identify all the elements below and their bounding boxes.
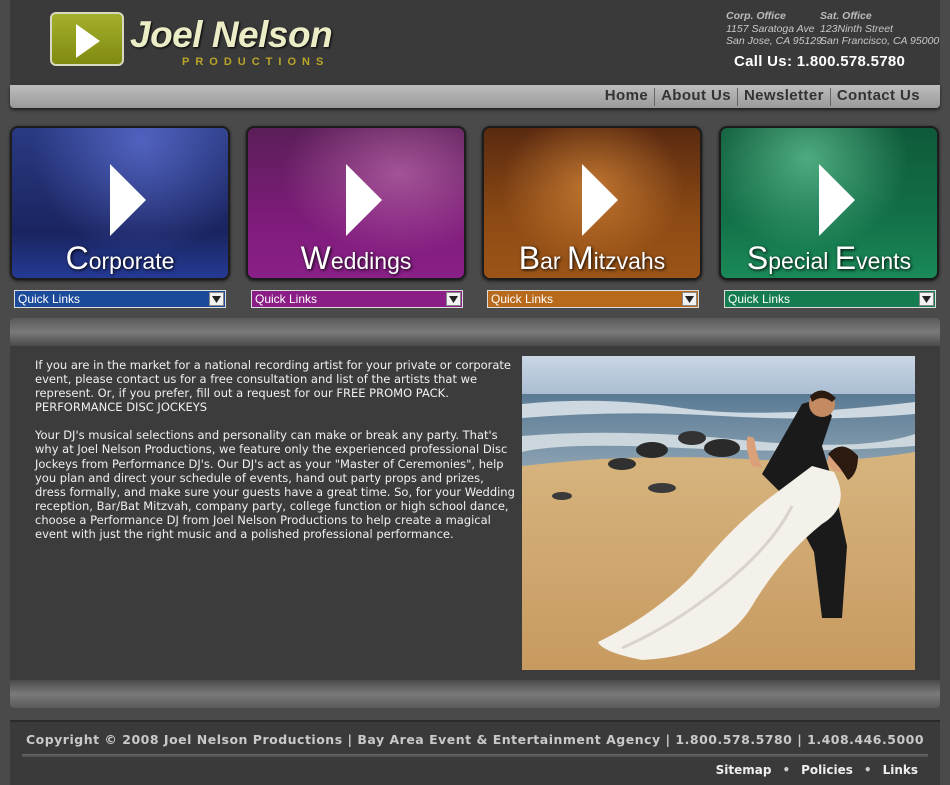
intro-paragraph: If you are in the market for a national … [35,358,512,415]
chevron-down-icon [919,292,934,306]
chevron-down-icon [682,292,697,306]
logo-name: Joel Nelson [130,14,333,55]
tile-bar-mitzvahs[interactable]: Bar Mitzvahs [482,126,702,280]
quick-links-weddings-select[interactable]: Quick Links [251,290,463,308]
corp-office-city: San Jose, CA 95129 [726,35,822,47]
logo-subtitle: PRODUCTIONS [182,56,330,68]
sat-office-city: San Francisco, CA 95000 [820,35,940,47]
call-us-phone: Call Us: 1.800.578.5780 [734,53,906,70]
sat-office-address: 123Ninth Street [820,22,893,35]
content-footer-bar [10,680,940,708]
quick-links-value: Quick Links [728,292,791,306]
nav-about-us[interactable]: About Us [655,87,737,106]
quick-links-special-events-select[interactable]: Quick Links [724,290,936,308]
footer-links: Sitemap • Policies • Links [716,763,918,777]
play-icon [819,164,855,236]
copyright-text: Copyright © 2008 Joel Nelson Productions… [25,732,925,747]
tile-corporate[interactable]: Corporate [10,126,230,280]
intro-text: If you are in the market for a national … [35,358,518,555]
tile-weddings[interactable]: Weddings [246,126,466,280]
tile-label: Weddings [300,240,412,276]
footer-link-links[interactable]: Links [883,763,918,777]
footer-divider [22,754,928,757]
quick-links-value: Quick Links [255,292,318,306]
play-icon [582,164,618,236]
nav-home[interactable]: Home [599,87,654,106]
corp-office-address: 1157 Saratoga Ave [726,22,815,35]
footer-bullet: • [863,763,872,777]
tile-label: Bar Mitzvahs [518,240,666,276]
corp-office-title: Corp. Office [726,10,786,22]
content-panel: If you are in the market for a national … [10,346,940,680]
logo-play-icon [50,12,124,66]
content-header-bar [10,318,940,346]
wedding-beach-photo [522,356,915,670]
site-footer: Copyright © 2008 Joel Nelson Productions… [10,720,940,785]
footer-bullet: • [782,763,791,777]
play-icon [110,164,146,236]
tile-label: Special Events [746,240,912,276]
play-icon [346,164,382,236]
footer-link-policies[interactable]: Policies [801,763,853,777]
tile-special-events[interactable]: Special Events [719,126,939,280]
chevron-down-icon [209,292,224,306]
main-nav: Home About Us Newsletter Contact Us [10,85,940,108]
sat-office: Sat. Office 123Ninth Street San Francisc… [820,10,939,48]
nav-newsletter[interactable]: Newsletter [738,87,830,106]
logo[interactable]: Joel Nelson PRODUCTIONS [50,12,350,68]
tile-label: Corporate [65,240,175,276]
site-header: Joel Nelson PRODUCTIONS Corp. Office 115… [10,0,940,88]
chevron-down-icon [446,292,461,306]
nav-links: Home About Us Newsletter Contact Us [599,87,926,106]
quick-links-value: Quick Links [18,292,81,306]
quick-links-bar-mitzvahs-select[interactable]: Quick Links [487,290,699,308]
quick-links-corporate-select[interactable]: Quick Links [14,290,226,308]
corp-office: Corp. Office 1157 Saratoga Ave San Jose,… [726,10,822,48]
nav-contact-us[interactable]: Contact Us [831,87,926,106]
sat-office-title: Sat. Office [820,10,872,22]
quick-links-value: Quick Links [491,292,554,306]
footer-link-sitemap[interactable]: Sitemap [716,763,772,777]
dj-paragraph: Your DJ's musical selections and persona… [35,428,515,542]
